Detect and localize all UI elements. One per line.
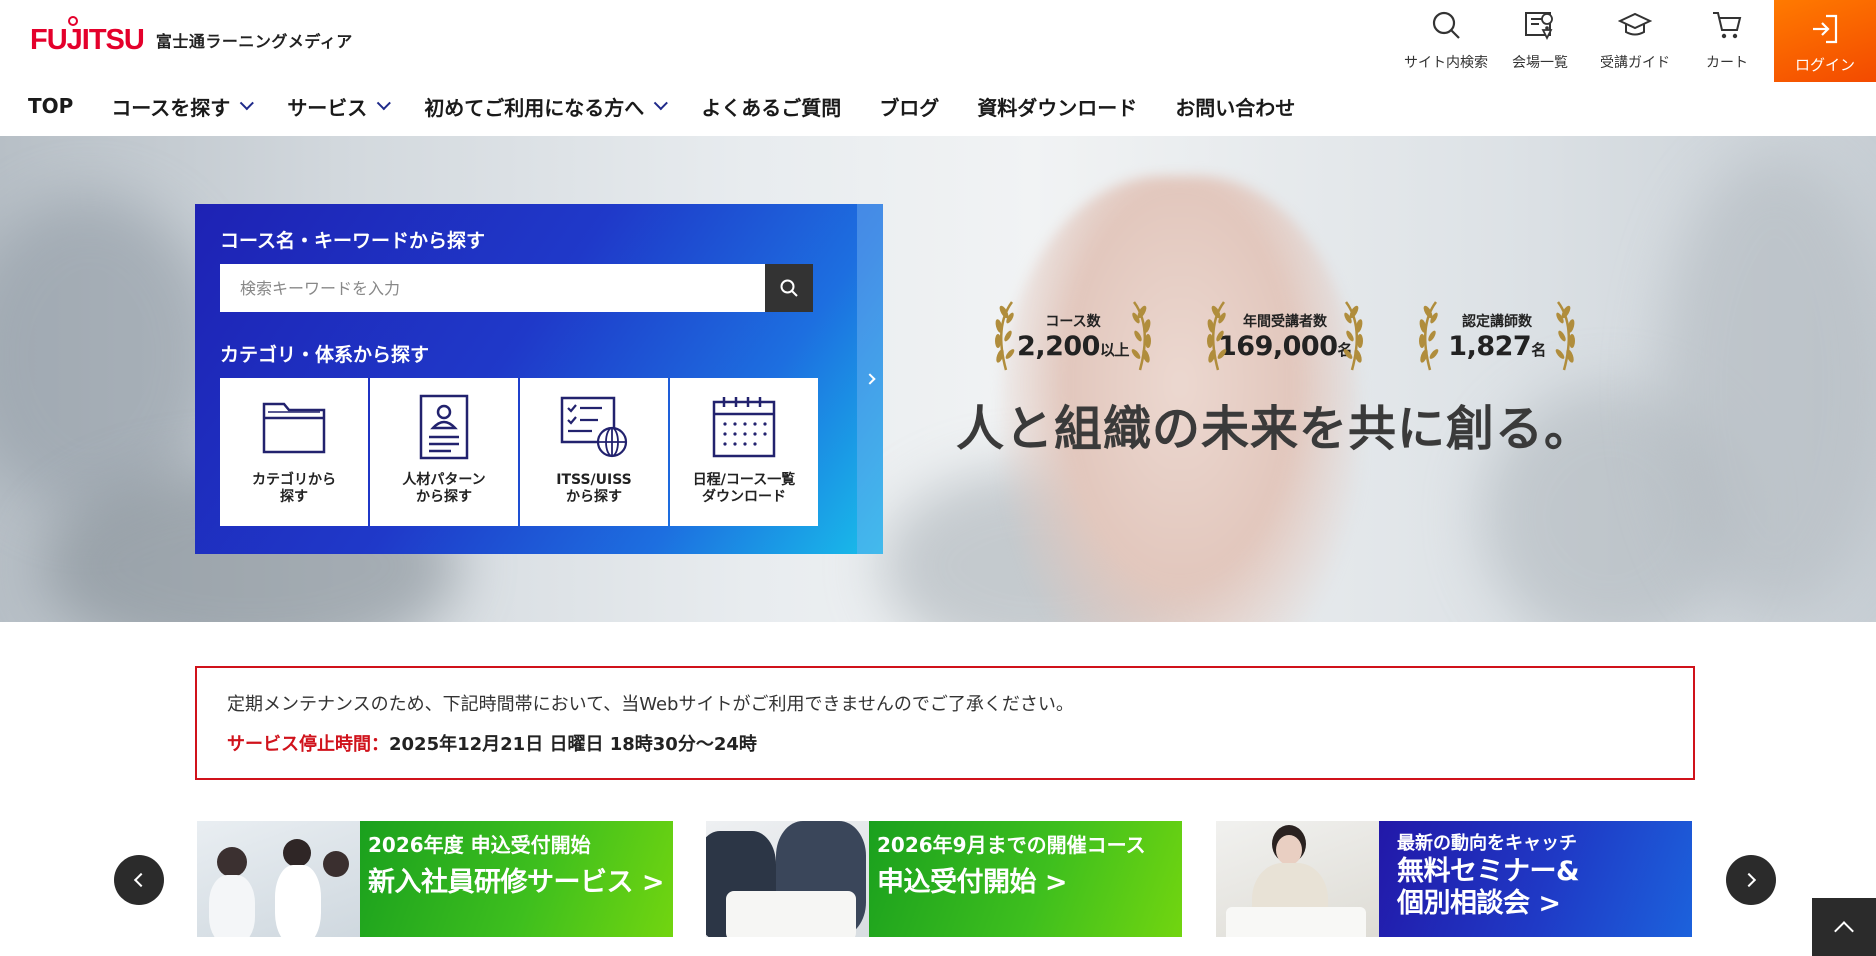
chevron-left-icon [133, 872, 149, 888]
logo-subtitle: 富士通ラーニングメディア [155, 32, 353, 51]
cart-label: カート [1706, 55, 1748, 71]
chevron-down-icon [654, 96, 669, 111]
profile-card-icon [419, 394, 469, 460]
laurel-icon [1343, 301, 1363, 371]
stat-course-count: コース数 2,200以上 [980, 296, 1166, 376]
venue-list-link[interactable]: 会場一覧 [1502, 8, 1578, 72]
site-search-label: サイト内検索 [1404, 55, 1488, 71]
nav-blog[interactable]: ブログ [879, 92, 939, 121]
keyword-search-input[interactable] [220, 264, 765, 312]
category-card-by-role-pattern[interactable]: 人材パターン から探す [370, 378, 518, 526]
carousel-next-button[interactable] [1726, 855, 1776, 905]
chevron-right-icon [1741, 872, 1757, 888]
search-icon [780, 279, 798, 297]
laurel-icon [995, 301, 1015, 371]
banner-photo [706, 821, 869, 937]
panel-next-button[interactable] [857, 204, 883, 554]
stat-certified-instructors: 認定講師数 1,827名 [1404, 296, 1590, 376]
hero-section: コース名・キーワードから探す カテゴリ・体系から探す カテゴリから探す 人材パタ… [0, 136, 1876, 622]
map-pin-icon [1525, 12, 1553, 41]
nav-contact[interactable]: お問い合わせ [1175, 92, 1295, 121]
chevron-up-icon [1834, 921, 1854, 941]
notice-time: サービス停止時間：2025年12月21日 日曜日 18時30分～24時 [227, 734, 757, 755]
notice-message: 定期メンテナンスのため、下記時間帯において、当Webサイトがご利用できませんので… [227, 694, 1074, 715]
nav-downloads[interactable]: 資料ダウンロード [977, 92, 1137, 121]
cart-link[interactable]: カート [1692, 8, 1762, 72]
stat-annual-attendees: 年間受講者数 169,000名 [1192, 296, 1378, 376]
venue-list-label: 会場一覧 [1512, 55, 1568, 71]
stats-row: コース数 2,200以上 年間受講者数 169,000名 認定講師数 1,827… [980, 296, 1590, 376]
site-search-link[interactable]: サイト内検索 [1398, 8, 1494, 72]
graduation-cap-icon [1618, 12, 1652, 36]
global-nav: TOP コースを探す サービス 初めてご利用になる方へ よくあるご質問 ブログ … [28, 90, 1333, 122]
nav-first-time[interactable]: 初めてご利用になる方へ [424, 92, 669, 121]
course-search-panel: コース名・キーワードから探す カテゴリ・体系から探す カテゴリから探す 人材パタ… [195, 204, 883, 554]
maintenance-notice: 定期メンテナンスのため、下記時間帯において、当Webサイトがご利用できませんので… [195, 666, 1695, 780]
page-top-button[interactable] [1812, 898, 1876, 956]
carousel-prev-button[interactable] [114, 855, 164, 905]
chevron-right-icon [864, 373, 876, 385]
cart-icon [1713, 12, 1742, 39]
category-grid: カテゴリから 探す 人材パターン から探す ITSS/UISS から探す 日程/コース… [220, 378, 818, 526]
category-card-schedule-download[interactable]: 日程/コース一覧 ダウンロード [670, 378, 818, 526]
banner-course-registration[interactable]: 2026年9月までの開催コース 申込受付開始 > [706, 821, 1182, 937]
hero-tagline: 人と組織の未来を共に創る。 [956, 401, 1594, 457]
laurel-icon [1131, 301, 1151, 371]
category-card-by-itss-uiss[interactable]: ITSS/UISS から探す [520, 378, 668, 526]
banner-free-seminar[interactable]: 最新の動向をキャッチ 無料セミナー& 個別相談会 > [1216, 821, 1692, 937]
chevron-down-icon [240, 96, 255, 111]
calendar-icon [712, 397, 776, 458]
hero-bg-shape [1660, 156, 1876, 616]
login-icon [1813, 14, 1838, 44]
nav-top[interactable]: TOP [28, 94, 73, 118]
banner-photo [197, 821, 360, 937]
category-search-title: カテゴリ・体系から探す [220, 344, 430, 366]
hero-bg-shape [0, 196, 220, 516]
keyword-search-button[interactable] [765, 264, 813, 312]
nav-faq[interactable]: よくあるご質問 [701, 92, 841, 121]
folder-icon [262, 402, 326, 454]
site-logo[interactable]: FUJITSU 富士通ラーニングメディア [30, 15, 353, 62]
banner-new-employee-training[interactable]: 2026年度 申込受付開始 新入社員研修サービス > [197, 821, 673, 937]
login-button[interactable]: ログイン [1774, 0, 1876, 82]
nav-find-course[interactable]: コースを探す [111, 92, 255, 121]
laurel-icon [1419, 301, 1439, 371]
category-card-by-category[interactable]: カテゴリから 探す [220, 378, 368, 526]
course-guide-link[interactable]: 受講ガイド [1588, 8, 1682, 72]
keyword-search-title: コース名・キーワードから探す [220, 230, 486, 252]
nav-services[interactable]: サービス [287, 92, 392, 121]
banner-photo [1216, 821, 1379, 937]
checklist-globe-icon [560, 396, 628, 458]
course-guide-label: 受講ガイド [1600, 55, 1670, 71]
site-header: FUJITSU 富士通ラーニングメディア サイト内検索 会場一覧 受講ガイド カ… [0, 0, 1876, 136]
logo-brand: FUJITSU [30, 15, 145, 57]
search-icon [1432, 11, 1460, 39]
laurel-icon [1555, 301, 1575, 371]
laurel-icon [1207, 301, 1227, 371]
login-label: ログイン [1794, 56, 1855, 74]
chevron-down-icon [377, 96, 392, 111]
